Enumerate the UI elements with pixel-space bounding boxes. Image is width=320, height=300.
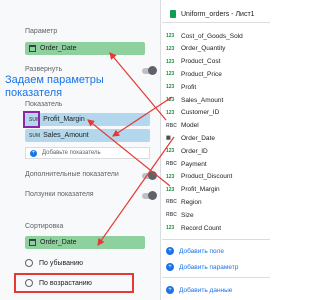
field-type-icon: 123 <box>166 173 175 180</box>
radio-button[interactable] <box>25 259 33 267</box>
metric-type-tag: SUM <box>29 132 41 139</box>
plus-icon: + <box>166 286 174 294</box>
field-type-icon: 123 <box>166 71 175 78</box>
field-name: Profit <box>181 83 197 91</box>
field-item[interactable]: 123 Cost_of_Goods_Sold <box>166 30 266 42</box>
param-chip-label: Order_Date <box>40 45 77 52</box>
field-type-icon: 123 <box>166 97 175 103</box>
add-field-label: Добавить поле <box>179 247 224 255</box>
expand-toggle[interactable] <box>142 66 157 75</box>
field-item[interactable]: 123 Order_Quantity <box>166 43 266 55</box>
sort-label: Сортировка <box>25 223 64 230</box>
field-type-icon: 123 <box>166 84 175 91</box>
sort-chip[interactable]: Order_Date <box>25 236 145 249</box>
sort-desc-option[interactable]: По убыванию <box>25 256 145 270</box>
field-type-icon: 123 <box>166 58 175 65</box>
metric-chip-label: Profit_Margin <box>43 116 85 123</box>
field-type-icon: 123 <box>166 33 175 39</box>
field-item[interactable]: 123 Product_Discount <box>166 171 266 183</box>
field-type-icon: ▦ <box>166 135 171 142</box>
add-field-link[interactable]: + Добавить поле <box>166 247 224 255</box>
field-name: Order_Quantity <box>181 45 226 53</box>
field-name: Cost_of_Goods_Sold <box>181 32 243 40</box>
add-parameter-label: Добавить параметр <box>179 263 239 271</box>
sliders-toggle[interactable] <box>142 191 157 200</box>
sort-chip-label: Order_Date <box>40 239 77 246</box>
field-item[interactable]: 123 Order_ID <box>166 145 266 157</box>
field-name: Customer_ID <box>181 109 220 117</box>
properties-panel: Параметр Order_Date Развернуть Показател… <box>0 0 161 300</box>
field-item[interactable]: 123 Product_Price <box>166 68 266 80</box>
field-type-icon: 123 <box>166 45 175 52</box>
field-item[interactable]: 123 Profit_Margin <box>166 184 266 196</box>
extra-metrics-label: Дополнительные показатели <box>25 171 119 178</box>
annotation-text: Задаем параметры показателя <box>5 74 104 99</box>
calendar-icon <box>29 45 36 52</box>
field-item[interactable]: 123 Record Count <box>166 222 266 234</box>
field-name: Size <box>181 211 194 219</box>
plus-icon: + <box>166 263 174 271</box>
sheet-icon <box>170 10 176 18</box>
field-type-icon: 123 <box>166 109 175 116</box>
field-type-icon: 123 <box>166 225 175 231</box>
sort-desc-label: По убыванию <box>39 259 84 267</box>
field-item[interactable]: 123 Product_Cost <box>166 56 266 68</box>
field-name: Payment <box>181 160 207 168</box>
param-label: Параметр <box>25 28 58 35</box>
field-item[interactable]: RBC Size <box>166 209 266 221</box>
field-type-icon: RBC <box>166 212 177 219</box>
highlight-box-red <box>14 273 134 293</box>
divider <box>162 239 270 240</box>
datasource-header[interactable]: Uniform_orders - Лист1 <box>170 10 255 18</box>
plus-icon: + <box>166 247 174 255</box>
calendar-icon <box>29 239 36 246</box>
expand-label: Развернуть <box>25 66 63 73</box>
field-name: Profit_Margin <box>181 186 220 194</box>
field-name: Model <box>181 122 199 130</box>
field-item[interactable]: RBC Model <box>166 120 266 132</box>
add-metric-button[interactable]: + Добавьте показатель <box>25 147 150 159</box>
metric-label: Показатель <box>25 101 63 108</box>
extra-metrics-toggle[interactable] <box>142 171 157 180</box>
add-metric-label: Добавьте показатель <box>42 150 101 156</box>
field-type-icon: RBC <box>166 122 177 129</box>
field-type-icon: RBC <box>166 161 177 167</box>
add-parameter-link[interactable]: + Добавить параметр <box>166 263 238 271</box>
plus-icon: + <box>30 150 37 157</box>
datasource-name: Uniform_orders - Лист1 <box>181 10 255 18</box>
field-type-icon: RBC <box>166 199 177 206</box>
field-name: Product_Cost <box>181 58 221 66</box>
highlight-box-purple <box>23 111 40 128</box>
field-item[interactable]: 123 Profit <box>166 81 266 93</box>
add-data-label: Добавить данные <box>179 286 233 294</box>
divider <box>162 22 270 23</box>
param-chip[interactable]: Order_Date <box>25 42 145 55</box>
field-type-icon: 123 <box>166 148 175 155</box>
metric-chip-sales-amount[interactable]: SUM Sales_Amount <box>25 129 150 142</box>
field-item[interactable]: ▦ Order_Date <box>166 132 266 144</box>
field-name: Region <box>181 198 202 206</box>
metric-chip-profit-margin[interactable]: SUM Profit_Margin <box>25 113 150 126</box>
field-name: Product_Discount <box>181 173 233 181</box>
field-name: Order_ID <box>181 147 208 155</box>
add-data-link[interactable]: + Добавить данные <box>166 286 232 294</box>
divider <box>162 277 270 278</box>
field-item[interactable]: RBC Region <box>166 196 266 208</box>
field-item[interactable]: 123 Customer_ID <box>166 107 266 119</box>
field-type-icon: 123 <box>166 186 175 193</box>
field-name: Order_Date <box>181 134 215 142</box>
field-item[interactable]: RBC Payment <box>166 158 266 170</box>
sliders-label: Ползунки показателя <box>25 191 94 198</box>
field-name: Product_Price <box>181 70 222 78</box>
field-name: Sales_Amount <box>181 96 224 104</box>
metric-chip-label: Sales_Amount <box>43 132 89 139</box>
field-name: Record Count <box>181 224 222 232</box>
field-item[interactable]: 123 Sales_Amount <box>166 94 266 106</box>
